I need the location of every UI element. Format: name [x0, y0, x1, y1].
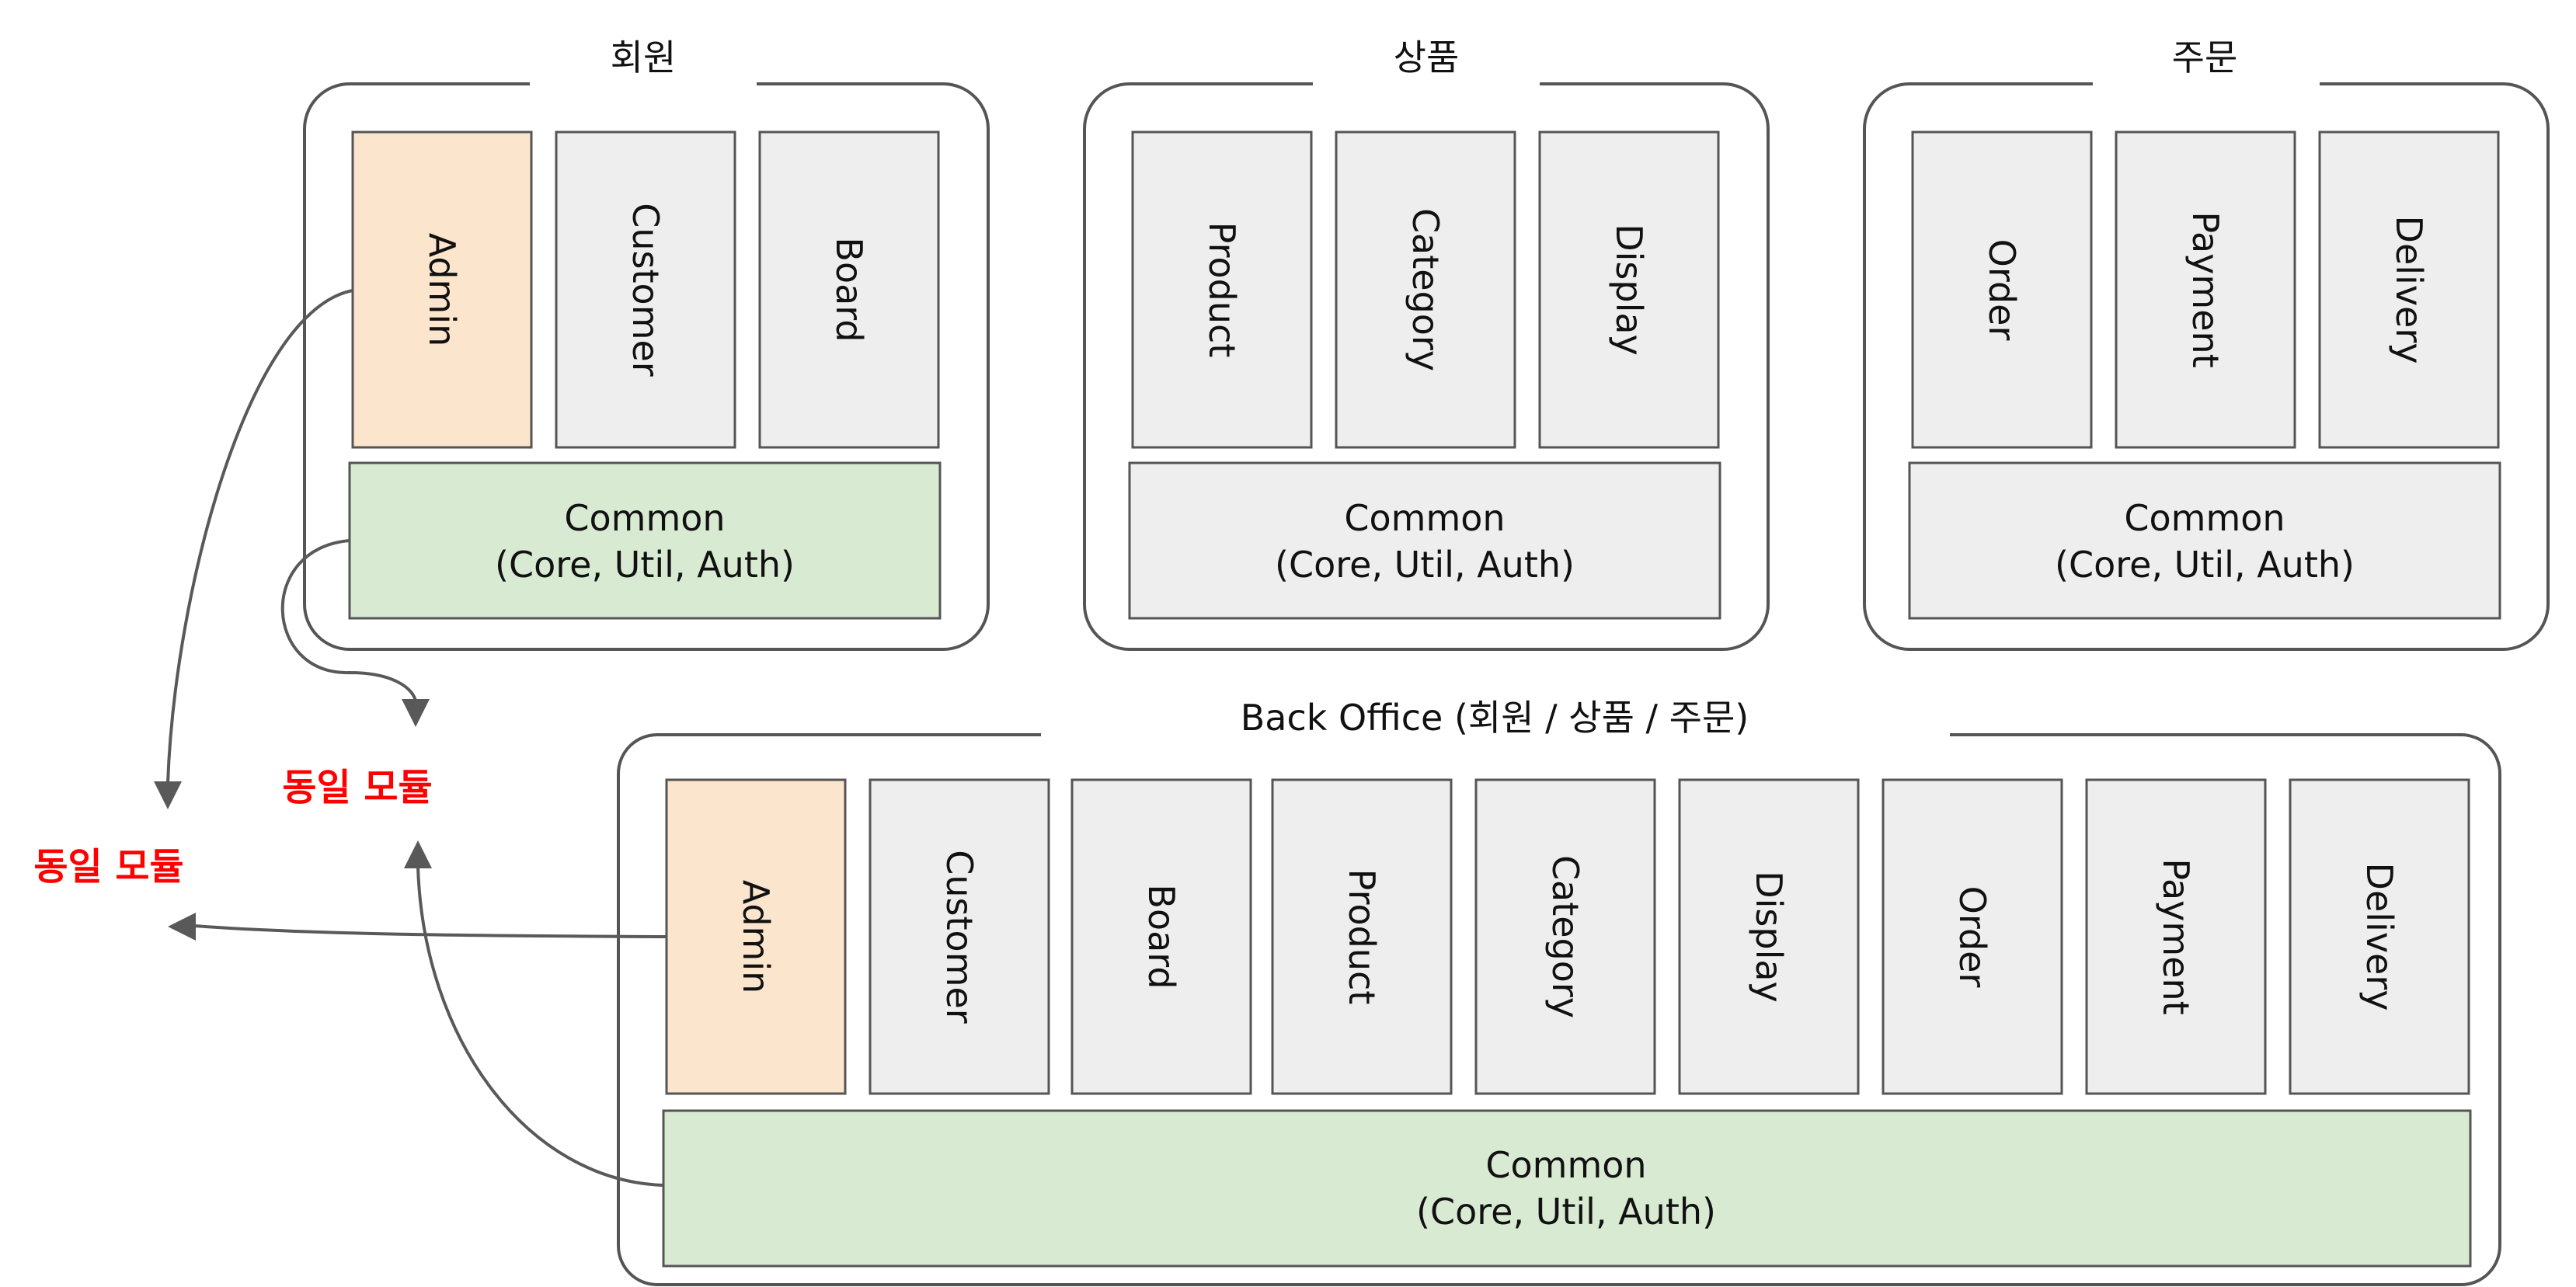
module-bo-category-label: Category	[1544, 855, 1586, 1018]
module-member-board-label: Board	[828, 237, 870, 342]
module-order-delivery-label: Delivery	[2388, 216, 2430, 364]
arrowhead-bo-admin	[168, 913, 196, 941]
group-product-title: 상품	[1394, 37, 1460, 78]
module-bo-order-label: Order	[1951, 886, 1993, 988]
common-order-sublabel: (Core, Util, Auth)	[2055, 544, 2355, 586]
common-backoffice-label: Common	[1485, 1144, 1646, 1186]
arrowhead-bo-common	[404, 840, 432, 868]
common-member	[348, 461, 942, 620]
module-product-product-label: Product	[1201, 222, 1243, 358]
module-product-category-label: Category	[1405, 208, 1446, 371]
group-order-title: 주문	[2172, 37, 2238, 78]
module-bo-product-label: Product	[1341, 869, 1383, 1005]
common-product-label: Common	[1344, 497, 1505, 539]
group-member: 회원 Admin Customer Board Common (Core, Ut…	[303, 37, 990, 651]
common-backoffice	[662, 1109, 2472, 1268]
same-module-label-admin: 동일 모듈	[33, 845, 183, 889]
group-backoffice: Back Office (회원 / 상품 / 주문) Admin Custome…	[617, 697, 2501, 1286]
same-module-label-common: 동일 모듈	[282, 766, 432, 809]
module-member-customer-label: Customer	[625, 203, 667, 377]
architecture-diagram: 회원 Admin Customer Board Common (Core, Ut…	[33, 37, 2550, 1286]
module-bo-customer-label: Customer	[938, 850, 980, 1024]
common-member-sublabel: (Core, Util, Auth)	[495, 544, 795, 586]
module-member-admin-label: Admin	[421, 233, 463, 347]
common-backoffice-sublabel: (Core, Util, Auth)	[1416, 1191, 1716, 1233]
common-product-sublabel: (Core, Util, Auth)	[1275, 544, 1575, 586]
common-order-label: Common	[2124, 497, 2285, 539]
module-bo-payment-label: Payment	[2155, 858, 2197, 1014]
arrowhead-member-admin	[154, 781, 182, 809]
group-product: 상품 Product Category Display Common (Core…	[1083, 37, 1770, 651]
module-product-display-label: Display	[1608, 224, 1650, 356]
arrowhead-member-common	[402, 699, 430, 727]
common-order	[1908, 461, 2501, 620]
group-member-title: 회원	[611, 37, 677, 78]
group-backoffice-title: Back Office (회원 / 상품 / 주문)	[1241, 697, 1749, 739]
module-bo-delivery-label: Delivery	[2358, 863, 2400, 1011]
group-order: 주문 Order Payment Delivery Common (Core, …	[1863, 37, 2550, 651]
module-bo-display-label: Display	[1748, 871, 1790, 1003]
module-order-payment-label: Payment	[2184, 211, 2226, 367]
common-product	[1128, 461, 1721, 620]
module-bo-admin-label: Admin	[735, 880, 777, 994]
arrow-bo-admin	[193, 924, 667, 938]
module-bo-board-label: Board	[1140, 884, 1182, 989]
module-order-order-label: Order	[1981, 239, 2023, 341]
common-member-label: Common	[564, 497, 725, 539]
